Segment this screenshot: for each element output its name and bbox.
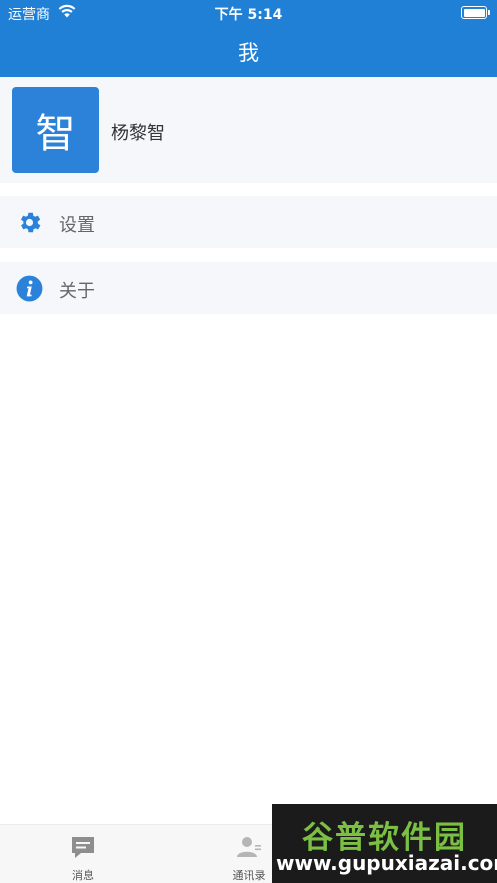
settings-label: 设置: [59, 215, 95, 236]
message-icon: [72, 837, 94, 858]
user-name: 杨黎智: [111, 123, 165, 144]
watermark-url: www.gupuxiazai.com: [276, 851, 497, 875]
info-icon: [16, 275, 43, 302]
watermark: 谷普软件园 www.gupuxiazai.com: [272, 804, 497, 883]
about-label: 关于: [59, 281, 95, 302]
about-row[interactable]: 关于: [0, 262, 497, 314]
contacts-icon: [237, 837, 261, 857]
battery-icon: [461, 6, 490, 19]
tab-messages[interactable]: 消息: [0, 825, 166, 883]
page-title: 我: [238, 40, 259, 65]
profile-card[interactable]: 智 杨黎智: [0, 77, 497, 183]
status-bar: 运营商 下午 5:14: [0, 0, 497, 26]
settings-row[interactable]: 设置: [0, 196, 497, 248]
tab-messages-label: 消息: [72, 869, 94, 882]
status-time: 下午 5:14: [214, 7, 283, 23]
nav-bar: 我: [0, 26, 497, 77]
gear-icon: [20, 212, 41, 233]
avatar[interactable]: 智: [12, 87, 99, 173]
